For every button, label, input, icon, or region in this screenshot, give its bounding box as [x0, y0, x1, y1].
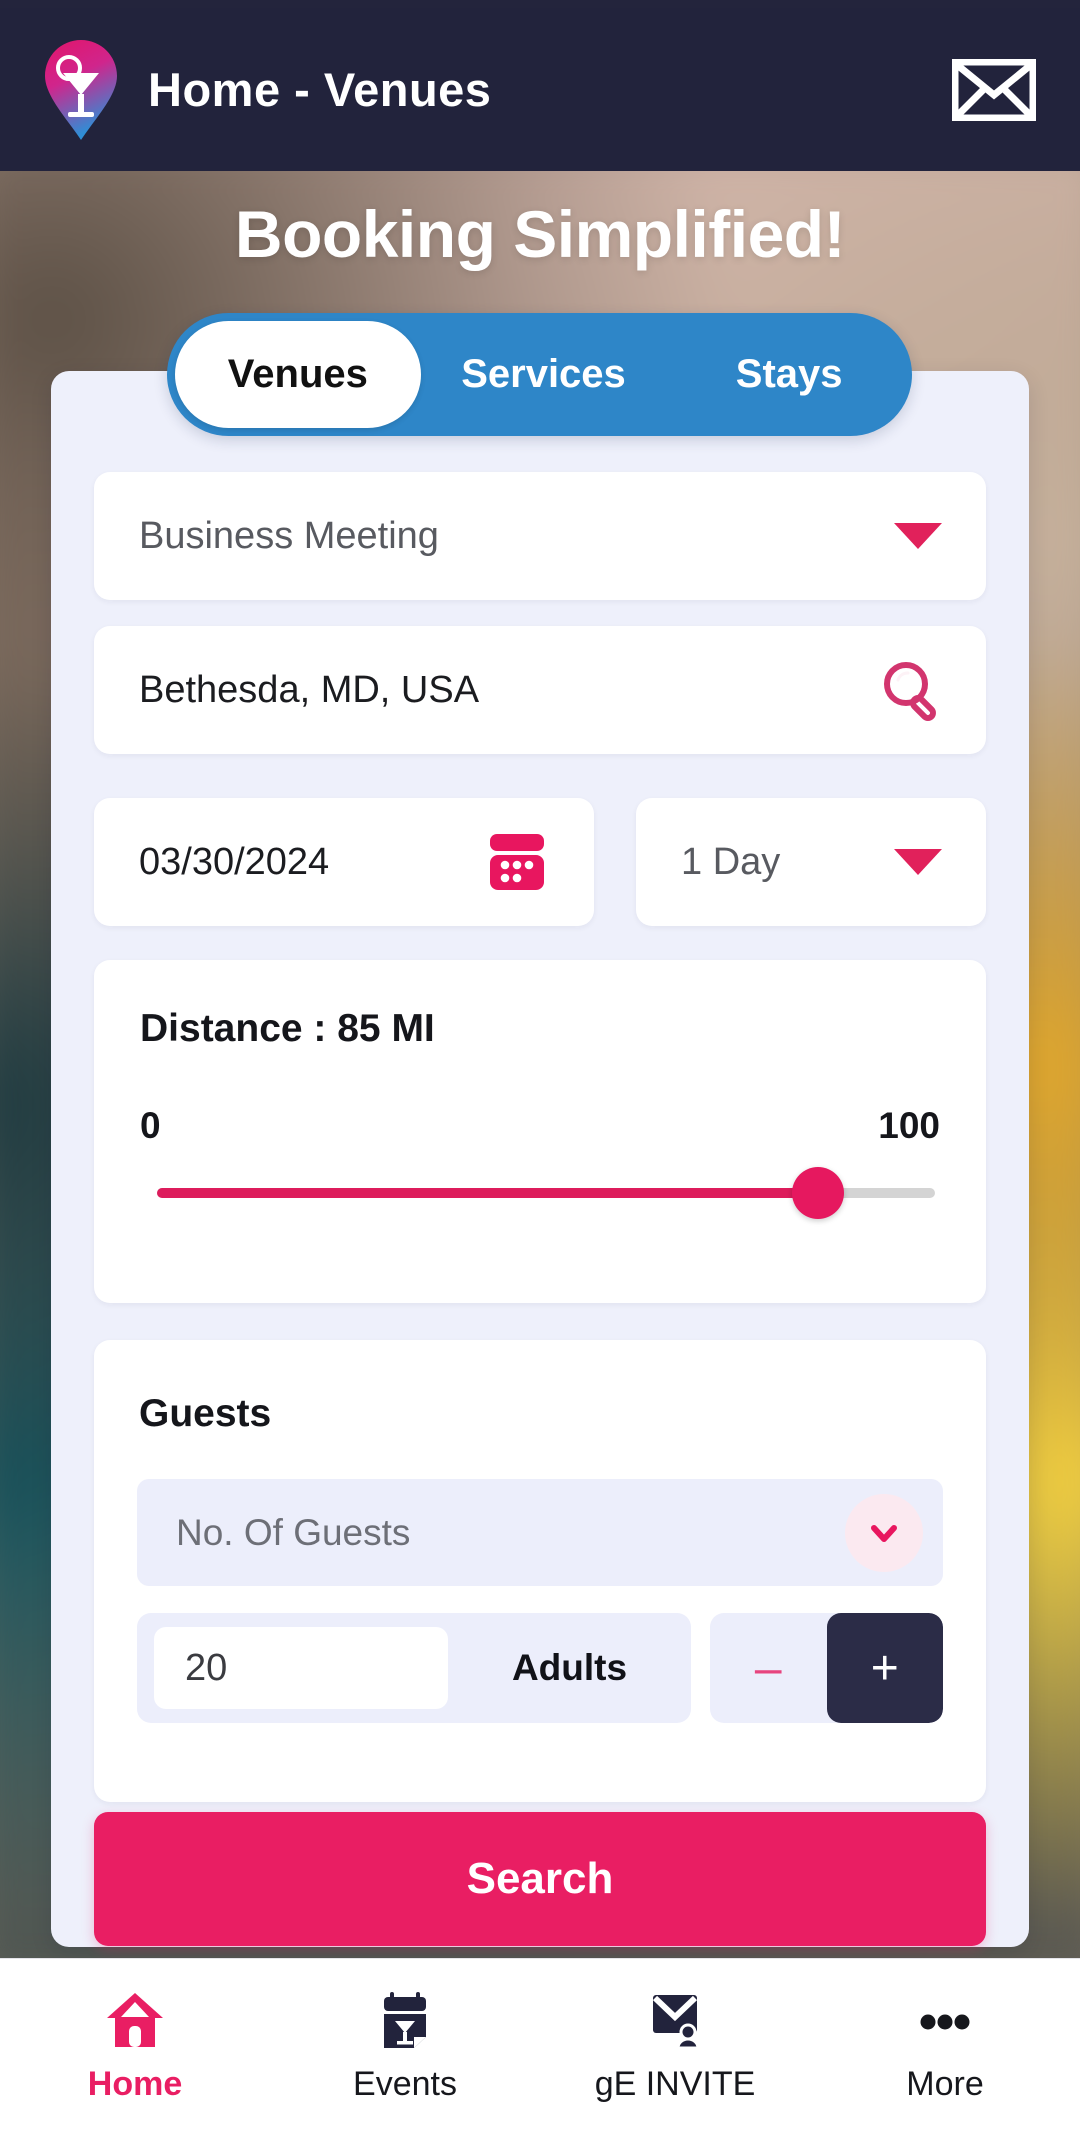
search-button[interactable]: Search	[94, 1812, 986, 1946]
status-bar	[0, 0, 1080, 8]
hero-headline: Booking Simplified!	[234, 197, 846, 271]
event-type-dropdown[interactable]: Business Meeting	[94, 472, 986, 600]
location-input[interactable]: Bethesda, MD, USA	[94, 626, 986, 754]
tab-services[interactable]: Services	[421, 313, 667, 436]
date-input[interactable]: 03/30/2024	[94, 798, 594, 926]
page-title: Home - Venues	[148, 63, 492, 116]
calendar-cocktail-icon	[374, 1989, 436, 2051]
nav-item-home[interactable]: Home	[0, 1959, 270, 2134]
chevron-down-icon	[845, 1493, 923, 1572]
nav-label-more: More	[906, 2065, 984, 2103]
search-icon[interactable]	[880, 658, 944, 722]
nav-item-events[interactable]: Events	[270, 1959, 540, 2134]
adults-group: Adults	[137, 1613, 691, 1723]
envelope-icon[interactable]	[951, 58, 1037, 121]
guests-card: Guests No. Of Guests Adults – +	[94, 1340, 986, 1802]
category-tabs: Venues Services Stays	[167, 313, 912, 436]
date-value: 03/30/2024	[139, 840, 330, 883]
nav-label-events: Events	[353, 2065, 457, 2103]
bottom-navigation: Home Events gE INVITE More	[0, 1958, 1080, 2134]
nav-item-ge-invite[interactable]: gE INVITE	[540, 1959, 810, 2134]
nav-item-more[interactable]: More	[810, 1959, 1080, 2134]
home-icon	[104, 1989, 166, 2051]
ellipsis-icon	[914, 1989, 976, 2051]
adults-stepper: – +	[710, 1613, 943, 1723]
duration-value: 1 Day	[681, 840, 781, 883]
duration-dropdown[interactable]: 1 Day	[636, 798, 986, 926]
distance-slider-fill	[157, 1188, 819, 1198]
distance-min-label: 0	[140, 1105, 161, 1146]
guests-count-dropdown[interactable]: No. Of Guests	[137, 1479, 943, 1586]
tab-venues[interactable]: Venues	[175, 321, 421, 428]
chevron-down-icon	[894, 523, 942, 549]
distance-max-label: 100	[878, 1105, 940, 1146]
chevron-down-icon	[894, 849, 942, 875]
increment-adults-button[interactable]: +	[826, 1613, 943, 1723]
tab-stays[interactable]: Stays	[666, 313, 912, 436]
app-bar: Home - Venues	[0, 8, 1080, 171]
app-root: Home - Venues Booking Simplified! Venues…	[0, 0, 1080, 2134]
guests-label: Guests	[139, 1392, 272, 1435]
adults-count-input[interactable]	[154, 1627, 448, 1709]
adults-label: Adults	[511, 1647, 628, 1688]
adults-stepper-row: Adults – +	[137, 1613, 943, 1723]
distance-card: Distance : 85 MI 0 100	[94, 960, 986, 1303]
nav-label-home: Home	[87, 2065, 183, 2103]
guests-count-placeholder: No. Of Guests	[176, 1511, 411, 1553]
calendar-icon[interactable]	[488, 832, 546, 892]
distance-slider-track[interactable]	[157, 1167, 935, 1219]
distance-label: Distance : 85 MI	[140, 1007, 435, 1050]
location-pin-cocktail-logo	[42, 38, 120, 142]
event-type-value: Business Meeting	[139, 514, 439, 557]
location-value: Bethesda, MD, USA	[139, 668, 480, 711]
decrement-adults-button[interactable]: –	[710, 1613, 827, 1723]
distance-slider-thumb[interactable]	[792, 1167, 845, 1219]
envelope-person-icon	[644, 1989, 706, 2051]
nav-label-ge-invite: gE INVITE	[594, 2065, 756, 2103]
